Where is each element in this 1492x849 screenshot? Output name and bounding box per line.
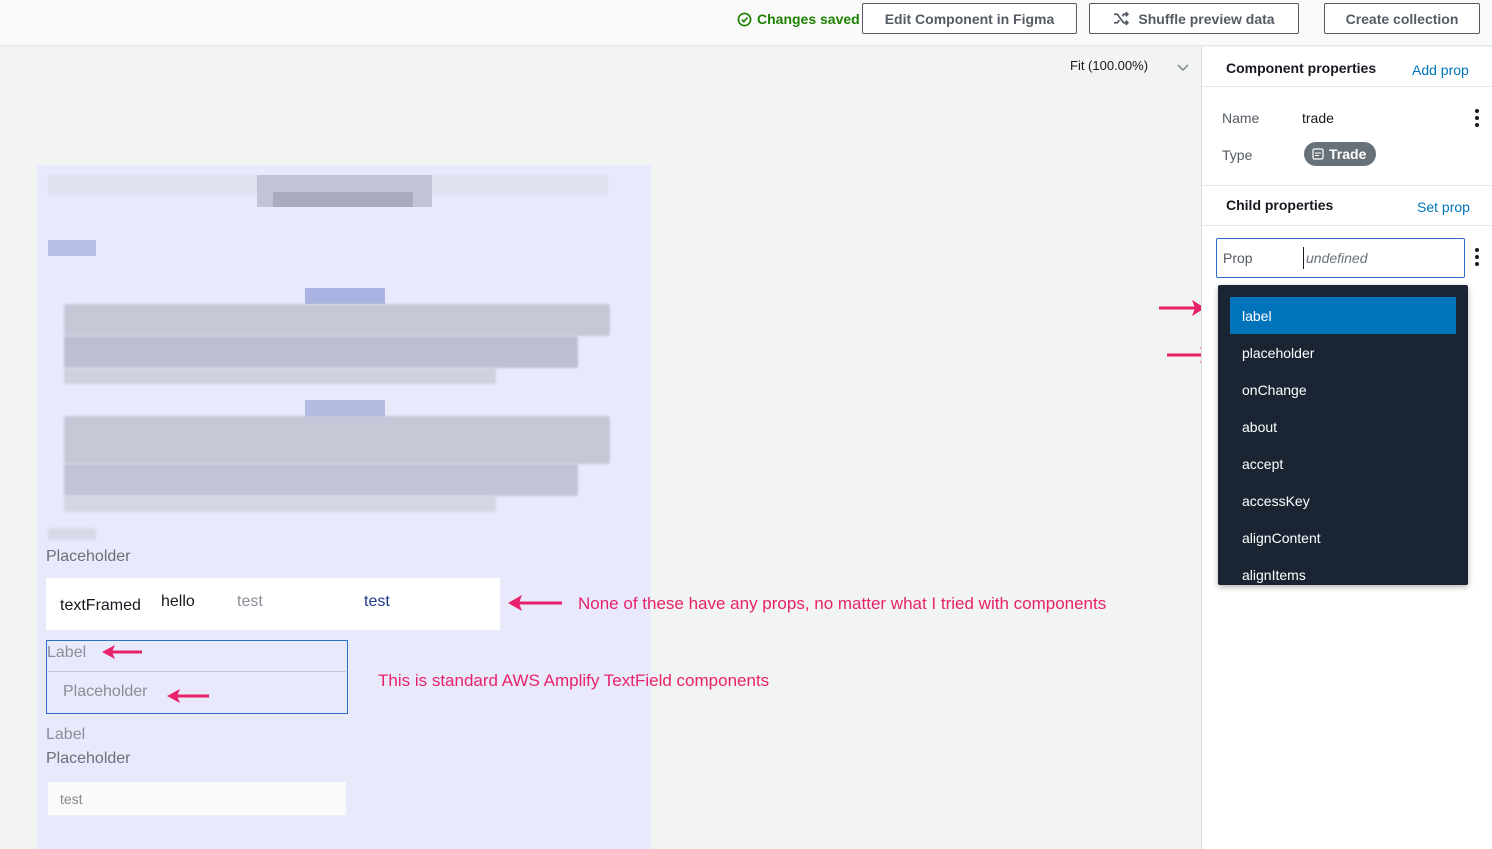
dropdown-option-onchange[interactable]: onChange [1230,371,1456,408]
chevron-down-icon[interactable] [1176,60,1190,74]
edit-in-figma-button[interactable]: Edit Component in Figma [862,3,1077,34]
test-blue-text: test [364,593,390,610]
save-status: Changes saved [737,10,860,28]
placeholder-text: Placeholder [46,548,131,565]
dropdown-option-label[interactable]: label [1230,297,1456,334]
zoom-label: Fit (100.00%) [1070,58,1149,73]
add-prop-link[interactable]: Add prop [1412,62,1469,78]
test-input[interactable]: test [47,781,347,816]
component-properties-header: Component properties Add prop [1202,47,1492,87]
textfield-placeholder: Placeholder [63,683,148,700]
create-collection-button[interactable]: Create collection [1324,3,1480,34]
annotation-arrow-left [167,689,209,703]
annotation-arrow-left [508,595,562,611]
dropdown-option-accept[interactable]: accept [1230,445,1456,482]
dropdown-option-accesskey[interactable]: accessKey [1230,482,1456,519]
more-options-icon[interactable] [1474,248,1480,266]
prop-input[interactable] [1303,247,1453,269]
shuffle-preview-label: Shuffle preview data [1138,10,1275,27]
create-collection-label: Create collection [1345,10,1459,27]
textframed-text: textFramed [60,597,141,614]
annotation-arrow-left [102,645,142,659]
component-icon [1312,148,1324,160]
dropdown-option-aligncontent[interactable]: alignContent [1230,519,1456,556]
check-circle-icon [737,12,752,26]
test-gray-text: test [237,593,263,610]
annotation-arrow-right [1159,300,1205,316]
placeholder-text-2: Placeholder [46,750,131,767]
shuffle-icon [1114,11,1130,26]
type-badge-label: Trade [1329,146,1367,162]
text-row: textFramed hello test test [46,578,500,630]
edit-in-figma-label: Edit Component in Figma [884,10,1055,27]
textfield-label: Label [47,644,87,661]
annotation-note-2: This is standard AWS Amplify TextField c… [378,671,770,690]
more-options-icon[interactable] [1474,109,1480,127]
set-prop-link[interactable]: Set prop [1417,199,1470,215]
top-toolbar: Changes saved Edit Component in Figma Sh… [0,0,1492,46]
save-status-text: Changes saved [757,11,860,27]
component-properties-title: Component properties [1226,60,1377,76]
name-label: Name [1222,110,1260,126]
dropdown-option-alignitems[interactable]: alignItems [1230,556,1456,585]
label-text: Label [46,726,86,743]
hello-text: hello [161,593,195,610]
dropdown-option-about[interactable]: about [1230,408,1456,445]
type-label: Type [1222,147,1253,163]
zoom-select[interactable]: Fit (100.00%) [1070,58,1148,73]
type-badge: Trade [1304,142,1377,166]
prop-field[interactable]: Prop [1216,238,1465,278]
dropdown-option-placeholder[interactable]: placeholder [1230,334,1456,371]
child-properties-header: Child properties Set prop [1202,186,1492,226]
prop-dropdown-menu: label placeholder onChange about accept … [1218,285,1468,585]
annotation-note-1: None of these have any props, no matter … [578,594,1107,613]
name-value: trade [1302,110,1334,126]
test-input-value: test [60,791,83,807]
shuffle-preview-button[interactable]: Shuffle preview data [1089,3,1299,34]
prop-label: Prop [1223,250,1253,266]
child-properties-title: Child properties [1226,197,1334,213]
